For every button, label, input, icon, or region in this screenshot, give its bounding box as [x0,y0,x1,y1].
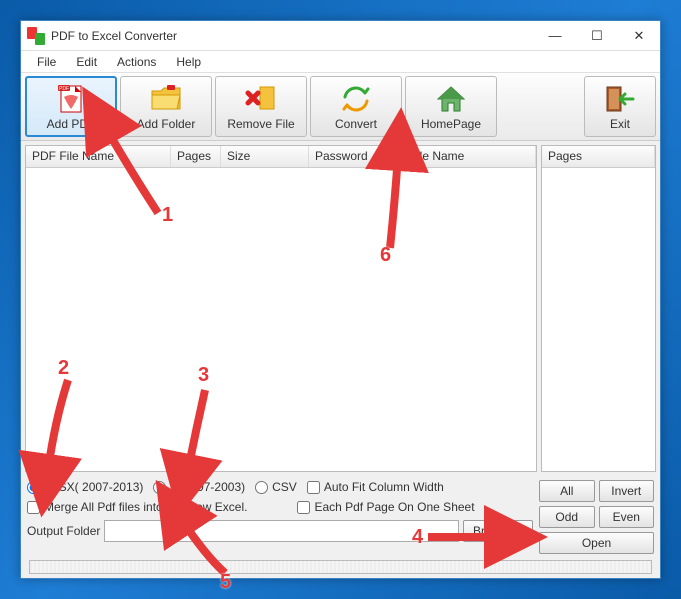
browse-button[interactable]: Browse... [463,520,533,542]
output-label: Output Folder [27,524,100,538]
file-list[interactable]: PDF File Name Pages Size Password Full F… [25,145,537,472]
radio-xlsx[interactable]: XLSX( 2007-2013) [27,480,143,494]
convert-button[interactable]: Convert [310,76,402,137]
radio-csv-input[interactable] [255,481,268,494]
add-pdf-button[interactable]: PDF Add PDF [25,76,117,137]
annotation-2: 2 [58,357,69,380]
remove-file-button[interactable]: Remove File [215,76,307,137]
progress-bar [29,560,652,574]
radio-xls-input[interactable] [153,481,166,494]
radio-xlsx-input[interactable] [27,481,40,494]
menu-file[interactable]: File [27,52,66,72]
add-folder-label: Add Folder [137,117,196,131]
close-button[interactable]: ✕ [618,21,660,51]
col-side-pages[interactable]: Pages [542,146,655,167]
even-button[interactable]: Even [599,506,655,528]
file-list-header: PDF File Name Pages Size Password Full F… [26,146,536,168]
app-icon [27,27,45,45]
col-fullname[interactable]: Full File Name [381,146,536,167]
pages-list-body[interactable] [542,168,655,471]
file-list-body[interactable] [26,168,536,471]
all-button[interactable]: All [539,480,595,502]
convert-label: Convert [335,117,377,131]
convert-icon [339,83,373,115]
invert-button[interactable]: Invert [599,480,655,502]
homepage-button[interactable]: HomePage [405,76,497,137]
titlebar: PDF to Excel Converter — ☐ ✕ [21,21,660,51]
remove-icon [244,83,278,115]
pdf-icon: PDF [54,83,88,115]
col-filename[interactable]: PDF File Name [26,146,171,167]
homepage-label: HomePage [421,117,481,131]
check-autofit-input[interactable] [307,481,320,494]
open-button[interactable]: Open [539,532,654,554]
add-pdf-label: Add PDF [47,117,96,131]
check-merge[interactable]: Merge All Pdf files into one new Excel. [27,500,247,514]
exit-icon [603,83,637,115]
check-merge-input[interactable] [27,501,40,514]
toolbar: PDF Add PDF Add Folder Remove File Conve… [21,73,660,141]
check-each-page-input[interactable] [297,501,310,514]
home-icon [434,83,468,115]
output-folder-input[interactable] [104,520,459,542]
annotation-6: 6 [380,244,391,267]
output-row: Output Folder Browse... [27,520,533,542]
annotation-1: 1 [162,204,173,227]
col-password[interactable]: Password [309,146,381,167]
page-select-buttons: All Invert Odd Even Open [539,480,654,554]
minimize-button[interactable]: — [534,21,576,51]
exit-label: Exit [610,117,630,131]
exit-button[interactable]: Exit [584,76,656,137]
radio-csv[interactable]: CSV [255,480,297,494]
menu-help[interactable]: Help [166,52,211,72]
col-size[interactable]: Size [221,146,309,167]
check-autofit[interactable]: Auto Fit Column Width [307,480,444,494]
annotation-4: 4 [412,526,423,549]
maximize-button[interactable]: ☐ [576,21,618,51]
annotation-3: 3 [198,364,209,387]
svg-text:PDF: PDF [59,86,69,92]
options-panel: XLSX( 2007-2013) XLS(97-2003) CSV Auto F… [21,476,660,578]
remove-file-label: Remove File [227,117,294,131]
pages-list[interactable]: Pages [541,145,656,472]
menu-actions[interactable]: Actions [107,52,166,72]
window-title: PDF to Excel Converter [51,29,534,43]
annotation-5: 5 [220,571,231,594]
content-area: PDF File Name Pages Size Password Full F… [21,141,660,476]
menubar: File Edit Actions Help [21,51,660,73]
col-pages[interactable]: Pages [171,146,221,167]
menu-edit[interactable]: Edit [66,52,107,72]
odd-button[interactable]: Odd [539,506,595,528]
format-row: XLSX( 2007-2013) XLS(97-2003) CSV Auto F… [27,480,533,494]
check-each-page[interactable]: Each Pdf Page On One Sheet [297,500,474,514]
pages-list-header: Pages [542,146,655,168]
radio-xls[interactable]: XLS(97-2003) [153,480,245,494]
add-folder-button[interactable]: Add Folder [120,76,212,137]
window-controls: — ☐ ✕ [534,21,660,51]
folder-icon [149,83,183,115]
merge-row: Merge All Pdf files into one new Excel. … [27,500,533,514]
app-window: PDF to Excel Converter — ☐ ✕ File Edit A… [20,20,661,579]
